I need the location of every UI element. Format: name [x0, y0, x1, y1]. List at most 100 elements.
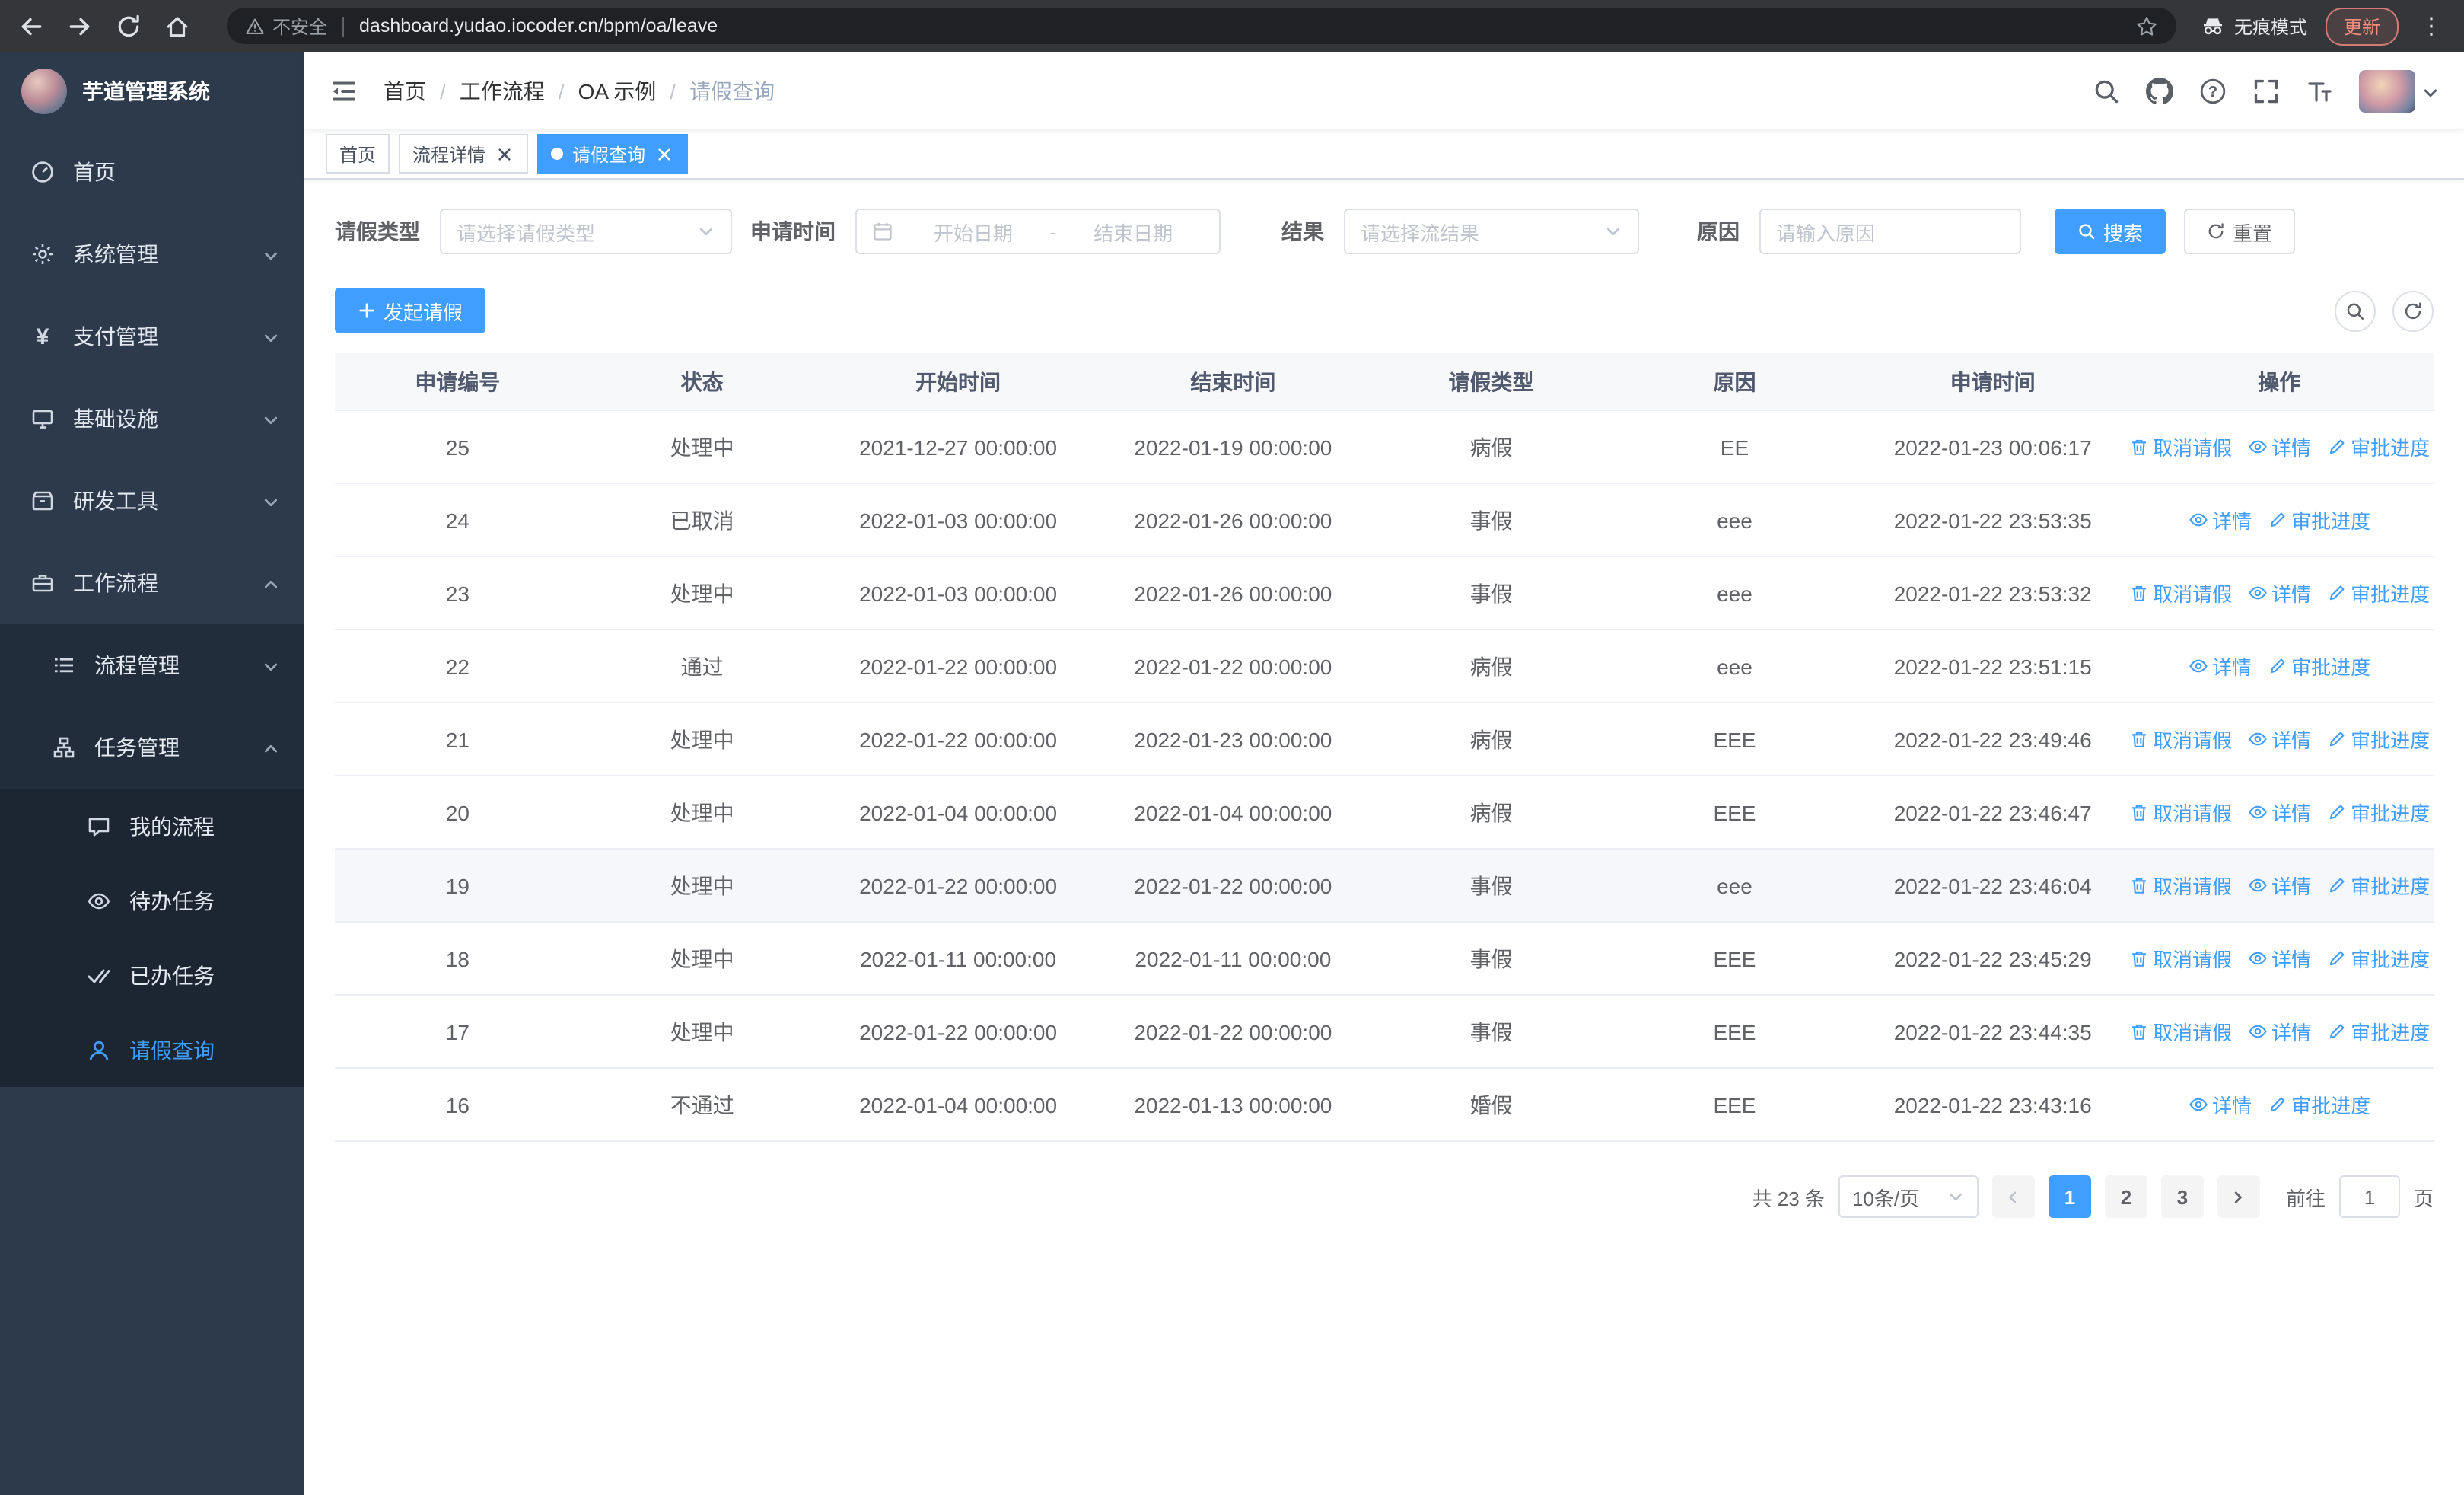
browser-update-button[interactable]: 更新 [2325, 7, 2399, 45]
eye-icon [2248, 732, 2266, 746]
cell-apply-id: 20 [445, 800, 470, 824]
detail-link[interactable]: 详情 [2247, 579, 2311, 607]
sidebar-item-dev-tools[interactable]: 研发工具 [0, 460, 304, 542]
page-content: 请假类型 请选择请假类型 申请时间 开始日期 - 结束日期 结果 请选择流结果 … [304, 180, 2464, 1495]
sidebar-item-payment-management[interactable]: ¥ 支付管理 [0, 295, 304, 378]
page-size-select[interactable]: 10条/页 [1838, 1175, 1979, 1218]
address-bar[interactable]: 不安全 dashboard.yudao.iocoder.cn/bpm/oa/le… [227, 8, 2176, 44]
tab-leave-query[interactable]: 请假查询 [537, 134, 689, 174]
tab-label: 首页 [339, 144, 377, 165]
page-button-1[interactable]: 1 [2048, 1175, 2091, 1218]
home-icon[interactable] [164, 13, 190, 39]
sidebar-item-workflow[interactable]: 工作流程 [0, 542, 304, 624]
cell-apply-time: 2022-01-22 23:51:15 [1893, 654, 2092, 678]
cell-apply-id: 25 [445, 435, 470, 459]
page-button-3[interactable]: 3 [2160, 1175, 2204, 1218]
bookmark-star-icon[interactable] [2135, 14, 2158, 37]
search-icon[interactable] [2093, 77, 2120, 104]
tab-process-detail[interactable]: 流程详情 [399, 134, 529, 174]
font-size-icon[interactable] [2306, 77, 2333, 104]
cell-actions: 详情 审批进度 [2125, 505, 2433, 534]
refresh-table-button[interactable] [2392, 290, 2434, 331]
browser-menu-icon[interactable]: ⋮ [2417, 12, 2446, 40]
sidebar-item-home[interactable]: 首页 [0, 131, 304, 213]
back-icon[interactable] [18, 13, 44, 39]
detail-link[interactable]: 详情 [2188, 652, 2252, 681]
sidebar-item-task-management[interactable]: 任务管理 [0, 706, 304, 789]
detail-link[interactable]: 详情 [2188, 1090, 2252, 1119]
create-leave-button[interactable]: 发起请假 [335, 288, 486, 333]
dashboard-icon [30, 160, 55, 184]
search-button[interactable]: 搜索 [2055, 209, 2166, 254]
apply-time-range-picker[interactable]: 开始日期 - 结束日期 [855, 209, 1221, 254]
cancel-leave-link[interactable]: 取消请假 [2128, 432, 2232, 461]
help-icon[interactable]: ? [2199, 77, 2227, 104]
cell-reason: eee [1717, 654, 1752, 678]
breadcrumb-item[interactable]: 首页 [384, 75, 426, 106]
breadcrumb-item[interactable]: 工作流程 [460, 75, 545, 106]
user-menu[interactable] [2359, 69, 2440, 112]
reason-input[interactable]: 请输入原因 [1759, 209, 2021, 254]
leave-type-select[interactable]: 请选择请假类型 [440, 209, 732, 254]
cell-actions: 取消请假 详情 审批进度 [2125, 1017, 2433, 1046]
approval-progress-link[interactable]: 审批进度 [2326, 871, 2430, 900]
action-label: 审批进度 [2291, 510, 2371, 533]
approval-progress-link[interactable]: 审批进度 [2326, 944, 2430, 973]
cancel-leave-link[interactable]: 取消请假 [2128, 798, 2232, 827]
cancel-leave-link[interactable]: 取消请假 [2128, 871, 2232, 900]
page-button-2[interactable]: 2 [2104, 1175, 2147, 1218]
app-frame: 芋道管理系统 首页 系统管理 ¥ 支付管理 基础设施 研发工具 工作流程 流程管… [0, 52, 2464, 1495]
sidebar-item-todo-tasks[interactable]: 待办任务 [0, 863, 304, 938]
sidebar-item-process-management[interactable]: 流程管理 [0, 624, 304, 706]
next-page-button[interactable] [2217, 1175, 2260, 1218]
tab-home[interactable]: 首页 [326, 134, 390, 174]
svg-text:?: ? [2208, 83, 2217, 100]
breadcrumb-item[interactable]: OA 示例 [578, 75, 657, 106]
approval-progress-link[interactable]: 审批进度 [2267, 505, 2370, 534]
fullscreen-icon[interactable] [2252, 77, 2280, 104]
action-label: 取消请假 [2153, 875, 2233, 898]
reload-icon[interactable] [116, 13, 142, 39]
result-select[interactable]: 请选择流结果 [1344, 209, 1639, 254]
cancel-leave-link[interactable]: 取消请假 [2128, 725, 2232, 754]
range-separator: - [1049, 220, 1057, 243]
security-warning[interactable]: 不安全 [245, 13, 327, 39]
detail-link[interactable]: 详情 [2247, 432, 2311, 461]
close-icon[interactable] [495, 144, 514, 164]
approval-progress-link[interactable]: 审批进度 [2326, 1017, 2430, 1046]
cell-leave-type: 事假 [1469, 946, 1513, 971]
detail-link[interactable]: 详情 [2188, 505, 2252, 534]
detail-link[interactable]: 详情 [2247, 944, 2311, 973]
toggle-search-button[interactable] [2335, 290, 2376, 331]
detail-link[interactable]: 详情 [2247, 798, 2311, 827]
goto-page-input[interactable] [2338, 1175, 2400, 1218]
approval-progress-link[interactable]: 审批进度 [2326, 798, 2430, 827]
detail-link[interactable]: 详情 [2247, 1017, 2311, 1046]
navbar: 首页 / 工作流程 / OA 示例 / 请假查询 ? [304, 52, 2464, 129]
close-icon[interactable] [654, 144, 674, 164]
sidebar-collapse-icon[interactable] [329, 75, 359, 106]
approval-progress-link[interactable]: 审批进度 [2326, 579, 2430, 607]
sidebar-item-infrastructure[interactable]: 基础设施 [0, 378, 304, 460]
cancel-leave-link[interactable]: 取消请假 [2128, 944, 2232, 973]
approval-progress-link[interactable]: 审批进度 [2326, 725, 2430, 754]
cell-start-time: 2022-01-03 00:00:00 [859, 508, 1058, 532]
prev-page-button[interactable] [1991, 1175, 2035, 1218]
action-label: 详情 [2271, 583, 2312, 606]
cancel-leave-link[interactable]: 取消请假 [2128, 1017, 2232, 1046]
cancel-leave-link[interactable]: 取消请假 [2128, 579, 2232, 607]
github-icon[interactable] [2146, 77, 2173, 104]
sidebar-item-label: 研发工具 [73, 489, 158, 513]
reset-button[interactable]: 重置 [2184, 209, 2296, 254]
sidebar-item-system-management[interactable]: 系统管理 [0, 213, 304, 295]
forward-icon[interactable] [67, 13, 93, 39]
sidebar-item-my-processes[interactable]: 我的流程 [0, 789, 304, 863]
approval-progress-link[interactable]: 审批进度 [2267, 1090, 2370, 1119]
sidebar-item-leave-query[interactable]: 请假查询 [0, 1012, 304, 1087]
approval-progress-link[interactable]: 审批进度 [2326, 432, 2430, 461]
detail-link[interactable]: 详情 [2247, 871, 2311, 900]
table-row: 20 处理中 2022-01-04 00:00:00 2022-01-04 00:00… [335, 776, 2434, 850]
detail-link[interactable]: 详情 [2247, 725, 2311, 754]
sidebar-item-done-tasks[interactable]: 已办任务 [0, 938, 304, 1012]
approval-progress-link[interactable]: 审批进度 [2267, 652, 2370, 681]
